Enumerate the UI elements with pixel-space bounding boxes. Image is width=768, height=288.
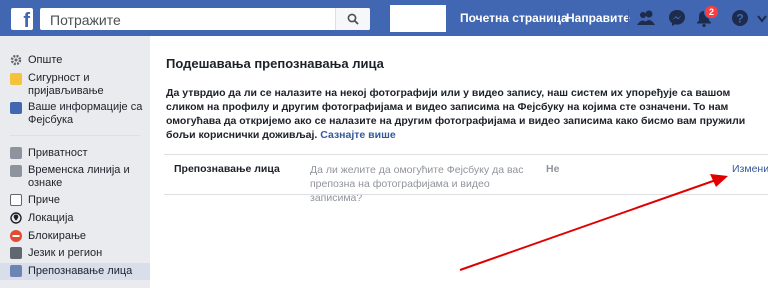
page-title: Подешавања препознавања лица <box>166 56 384 71</box>
sidebar-item-your-information[interactable]: Ваше информације са Фејсбука <box>0 100 150 128</box>
search-box <box>40 8 370 30</box>
search-icon <box>347 13 359 25</box>
sidebar-item-label: ознаке <box>28 177 63 189</box>
book-icon <box>10 194 22 206</box>
description-text: Да утврдио да ли се налазите на некој фо… <box>166 87 746 141</box>
sidebar-item-blocking[interactable]: Блокирање <box>0 229 150 245</box>
sidebar-item-language[interactable]: Језик и регион <box>0 246 150 262</box>
settings-content: Подешавања препознавања лица Да утврдио … <box>150 36 768 288</box>
sidebar-item-label: Језик и регион <box>28 247 103 259</box>
top-navigation-bar: f Почетна страница Направите 2 ? <box>0 0 768 36</box>
sidebar-item-label: Сигурност и <box>28 72 90 84</box>
sidebar-item-location[interactable]: Локација <box>0 211 150 227</box>
gear-icon <box>10 54 22 66</box>
setting-value: Не <box>546 163 560 175</box>
shield-icon <box>10 73 22 85</box>
setting-question: Да ли желите да омогућите Фејсбуку да ва… <box>310 164 524 204</box>
notification-badge: 2 <box>704 5 720 19</box>
sidebar-item-privacy[interactable]: Приватност <box>0 146 150 162</box>
search-button[interactable] <box>335 8 370 30</box>
home-link[interactable]: Почетна страница <box>460 11 568 25</box>
sidebar-item-stories[interactable]: Приче <box>0 193 150 209</box>
block-icon <box>10 230 22 242</box>
search-input[interactable] <box>48 11 332 29</box>
sidebar-item-label: Приче <box>28 194 61 206</box>
globe-icon <box>10 247 22 259</box>
messenger-icon[interactable] <box>667 8 687 28</box>
help-icon[interactable]: ? <box>730 8 750 28</box>
sidebar-item-security[interactable]: Сигурност и пријављивање <box>0 71 150 99</box>
timeline-icon <box>10 165 22 177</box>
sidebar-item-label: Временска линија и <box>28 164 130 176</box>
row-divider <box>164 154 768 155</box>
sidebar-item-face-recognition[interactable]: Препознавање лица <box>0 263 150 280</box>
learn-more-link[interactable]: Сазнајте више <box>320 129 395 141</box>
create-link[interactable]: Направите <box>566 11 630 25</box>
setting-label: Препознавање лица <box>174 163 280 175</box>
sidebar-item-label: Опште <box>28 54 63 66</box>
sidebar-item-timeline[interactable]: Временска линија и ознаке <box>0 163 150 191</box>
svg-text:?: ? <box>736 12 743 26</box>
sidebar-divider <box>10 135 140 136</box>
sidebar-item-general[interactable]: Опште <box>0 53 150 69</box>
location-icon <box>10 212 22 224</box>
row-divider <box>164 194 768 195</box>
friends-icon[interactable] <box>636 8 656 28</box>
edit-link[interactable]: Измени <box>732 163 768 175</box>
sidebar-item-label: Приватност <box>28 147 88 159</box>
facebook-icon <box>10 102 22 114</box>
facebook-logo[interactable]: f <box>11 8 33 32</box>
sidebar-item-label: Фејсбука <box>28 114 74 126</box>
logo-letter: f <box>23 10 30 32</box>
chevron-down-icon[interactable] <box>757 15 767 23</box>
lock-icon <box>10 147 22 159</box>
face-icon <box>10 265 22 277</box>
sidebar-item-label: Локација <box>28 212 74 224</box>
sidebar-item-label: Препознавање лица <box>28 265 133 277</box>
sidebar-item-label: пријављивање <box>28 85 104 97</box>
nav-divider <box>628 9 629 27</box>
nav-divider <box>556 9 557 27</box>
description: Да утврдио да ли се налазите на некој фо… <box>166 86 766 142</box>
sidebar-item-label: Блокирање <box>28 230 87 242</box>
sidebar-item-label: Ваше информације са <box>28 101 143 113</box>
profile-shortcut[interactable] <box>390 5 446 32</box>
